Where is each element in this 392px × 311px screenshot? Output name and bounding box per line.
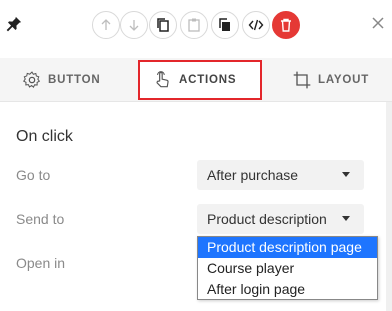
section-title: On click — [16, 128, 73, 145]
paste-button[interactable] — [180, 11, 208, 39]
tab-layout-label: LAYOUT — [318, 74, 370, 86]
move-up-icon — [101, 19, 111, 30]
pointer-hand-icon — [156, 71, 169, 88]
dropdown-option[interactable]: Product description page — [198, 237, 377, 258]
open-in-label: Open in — [16, 255, 66, 271]
go-to-select[interactable]: After purchase — [197, 160, 364, 190]
move-down-icon — [129, 20, 139, 31]
editor-toolbar — [0, 0, 392, 52]
send-to-dropdown-list: Product description page Course player A… — [197, 236, 378, 300]
tab-layout[interactable]: LAYOUT — [292, 58, 369, 102]
tab-actions[interactable]: ACTIONS — [138, 60, 262, 100]
code-icon — [248, 19, 264, 31]
tab-button[interactable]: BUTTON — [22, 58, 101, 102]
settings-tabs: BUTTON ACTIONS LAYOUT — [0, 58, 392, 102]
paste-icon — [188, 18, 200, 32]
send-to-value: Product description — [207, 211, 327, 227]
move-up-button[interactable] — [92, 11, 120, 39]
chevron-down-icon — [342, 216, 350, 221]
move-down-button[interactable] — [120, 11, 148, 39]
go-to-value: After purchase — [207, 167, 299, 183]
copy-button[interactable] — [149, 11, 177, 39]
send-to-label: Send to — [16, 211, 65, 227]
duplicate-button[interactable] — [211, 11, 239, 39]
close-icon[interactable] — [371, 16, 385, 30]
gear-icon — [23, 71, 41, 88]
crop-icon — [293, 71, 311, 89]
delete-icon — [281, 18, 291, 32]
duplicate-icon — [219, 18, 230, 31]
pin-icon[interactable] — [5, 15, 23, 33]
chevron-down-icon — [342, 172, 350, 177]
tab-button-label: BUTTON — [48, 74, 101, 86]
panel-scrollbar[interactable] — [386, 102, 392, 311]
dropdown-option[interactable]: Course player — [198, 258, 377, 279]
dropdown-option[interactable]: After login page — [198, 279, 377, 300]
go-to-label: Go to — [16, 167, 51, 183]
tab-actions-label: ACTIONS — [179, 74, 237, 86]
code-button[interactable] — [242, 11, 270, 39]
send-to-select[interactable]: Product description — [197, 204, 364, 234]
copy-icon — [157, 18, 169, 32]
delete-button[interactable] — [272, 11, 300, 39]
